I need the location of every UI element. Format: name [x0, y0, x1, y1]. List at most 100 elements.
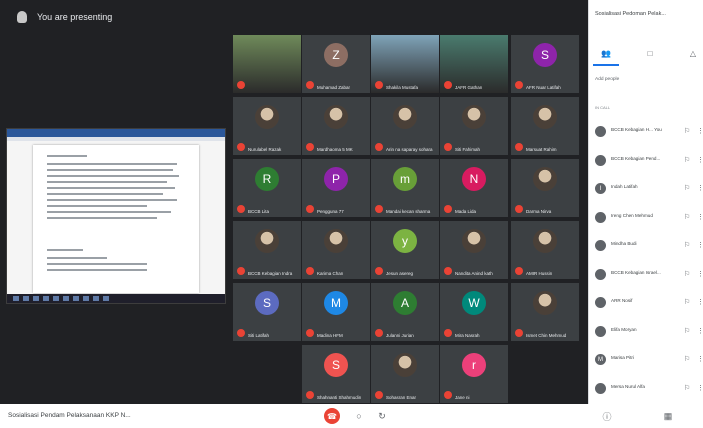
camera-icon[interactable]: ○	[353, 410, 365, 422]
participant-tile[interactable]: N Mada Lida	[440, 159, 508, 217]
participant-tile[interactable]: Nandita Anind kath	[440, 221, 508, 279]
participant-avatar	[462, 229, 486, 253]
present-icon[interactable]: ↻	[376, 410, 388, 422]
mic-off-icon	[375, 143, 383, 151]
participant-avatar	[595, 240, 606, 251]
participant-tile[interactable]: BCCB Kebagian Indra	[233, 221, 301, 279]
participant-name: Indah Latifah	[611, 184, 638, 189]
participant-row[interactable]: Elifa Moryan ⚐ ⋮	[595, 324, 703, 340]
mic-icon[interactable]: ⚐	[684, 298, 690, 306]
end-call-button[interactable]: ☎	[324, 408, 340, 424]
more-options-icon[interactable]: ⋮	[697, 298, 703, 306]
participant-tile[interactable]: Arin na saparay sohara	[371, 97, 439, 155]
mic-icon[interactable]: ⚐	[684, 213, 690, 221]
mic-icon[interactable]: ⚐	[684, 327, 690, 335]
participant-tile[interactable]: AMIR Hussin	[511, 221, 579, 279]
participant-row[interactable]: BCCB Kebagian H... You ⚐ ⋮	[595, 124, 703, 140]
add-people-button[interactable]: Add people	[595, 77, 619, 82]
mic-icon[interactable]: ⚐	[684, 384, 690, 392]
activities-tab-icon[interactable]: △	[684, 46, 702, 60]
participant-name: Shahnanti Shahmudin	[317, 395, 362, 400]
participant-tile[interactable]: R BCCB Lita	[233, 159, 301, 217]
participant-avatar: r	[462, 353, 486, 377]
participant-row[interactable]: Mersa Nurul Alfa ⚐ ⋮	[595, 381, 703, 397]
mic-icon[interactable]: ⚐	[684, 184, 690, 192]
meeting-title[interactable]: Sosialisasi Pendam Pelaksanaan KKP N...	[8, 412, 131, 419]
participant-avatar	[595, 126, 606, 137]
participant-tile[interactable]: S Siti Latifah	[233, 283, 301, 341]
participant-tile[interactable]: Karima Chan	[302, 221, 370, 279]
participant-row[interactable]: Ireng Chen Mehmud ⚐ ⋮	[595, 210, 703, 226]
participant-name: Marisa Pitri	[611, 355, 634, 360]
mic-off-icon	[444, 391, 452, 399]
participant-row[interactable]: Mindha Budi ⚐ ⋮	[595, 238, 703, 254]
participant-name: Mira Nasrah	[455, 333, 480, 338]
info-icon[interactable]: ⓘ	[601, 410, 613, 422]
more-options-icon[interactable]: ⋮	[697, 156, 703, 164]
mic-icon[interactable]: ⚐	[684, 127, 690, 135]
participant-tile[interactable]: A Julanni Jurian	[371, 283, 439, 341]
participant-tile[interactable]: m Mandai kecan sharma	[371, 159, 439, 217]
participant-tile[interactable]: S Shahnanti Shahmudin	[302, 345, 370, 403]
mic-off-icon	[237, 143, 245, 151]
mic-off-icon	[306, 143, 314, 151]
participant-name: Jesun asereg	[386, 271, 414, 276]
participant-tile[interactable]: S AFR Nuar Latifah	[511, 35, 579, 93]
participant-tile[interactable]: Siti Fahimah	[440, 97, 508, 155]
people-tab-icon[interactable]: 👥	[597, 46, 615, 60]
participant-row[interactable]: ARR Nosif ⚐ ⋮	[595, 295, 703, 311]
more-options-icon[interactable]: ⋮	[697, 241, 703, 249]
grid-icon[interactable]: ▦	[662, 410, 674, 422]
word-toolbar	[7, 137, 225, 141]
participant-tile[interactable]: Z Muhamad Zabar	[302, 35, 370, 93]
more-options-icon[interactable]: ⋮	[697, 327, 703, 335]
participant-tile[interactable]: Ismet Chin Mehmud	[511, 283, 579, 341]
participant-tile[interactable]: Darma Nirva	[511, 159, 579, 217]
participant-avatar	[255, 105, 279, 129]
participant-row[interactable]: M Marisa Pitri ⚐ ⋮	[595, 352, 703, 368]
participant-tile[interactable]: W Mira Nasrah	[440, 283, 508, 341]
participant-row[interactable]: BCCB Kebagian Israel... ⚐ ⋮	[595, 267, 703, 283]
taskbar	[7, 294, 225, 303]
participant-tile[interactable]	[233, 35, 301, 93]
participant-tile[interactable]: Shakila Mustafa	[371, 35, 439, 93]
more-options-icon[interactable]: ⋮	[697, 270, 703, 278]
mic-off-icon	[444, 267, 452, 275]
hand-icon	[17, 11, 27, 23]
participant-tile[interactable]: Nurulabel Razak	[233, 97, 301, 155]
presenting-banner: You are presenting	[0, 0, 588, 34]
mic-off-icon	[444, 329, 452, 337]
participant-tile[interactable]: M Madina HFM	[302, 283, 370, 341]
participant-row[interactable]: I Indah Latifah ⚐ ⋮	[595, 181, 703, 197]
participant-tile[interactable]: JAFR Gathan	[440, 35, 508, 93]
participant-row[interactable]: BCCB Kebagian Pend... ⚐ ⋮	[595, 153, 703, 169]
participant-tile[interactable]: P Pengguna 77	[302, 159, 370, 217]
word-ribbon	[7, 129, 225, 137]
more-options-icon[interactable]: ⋮	[697, 384, 703, 392]
participant-tile[interactable]: Mardhaoma 5 MK	[302, 97, 370, 155]
participant-name: Ireng Chen Mehmud	[611, 212, 653, 218]
mic-off-icon	[237, 205, 245, 213]
mic-off-icon	[375, 329, 383, 337]
chat-tab-icon[interactable]: □	[641, 46, 659, 60]
participant-tile[interactable]: y Jesun asereg	[371, 221, 439, 279]
in-call-label: IN CALL	[595, 105, 611, 110]
mic-icon[interactable]: ⚐	[684, 355, 690, 363]
more-options-icon[interactable]: ⋮	[697, 127, 703, 135]
more-options-icon[interactable]: ⋮	[697, 184, 703, 192]
mic-icon[interactable]: ⚐	[684, 241, 690, 249]
participant-name: Shakila Mustafa	[386, 85, 419, 90]
mic-icon[interactable]: ⚐	[684, 270, 690, 278]
participant-tile[interactable]: r Jane ni	[440, 345, 508, 403]
participant-name: BCCB Kebagian Israel...	[611, 269, 661, 275]
participant-tile[interactable]: Marsuat Rahim	[511, 97, 579, 155]
participant-tile[interactable]: Sohasran Enar	[371, 345, 439, 403]
more-options-icon[interactable]: ⋮	[697, 355, 703, 363]
mic-icon[interactable]: ⚐	[684, 156, 690, 164]
participant-name: BCCB Kebagian Indra	[248, 271, 293, 276]
mic-off-icon	[515, 143, 523, 151]
more-options-icon[interactable]: ⋮	[697, 213, 703, 221]
participant-name: Muhamad Zabar	[317, 85, 351, 90]
mic-off-icon	[515, 205, 523, 213]
panel-title: Sosialisasi Pedoman Pelak...	[595, 11, 666, 17]
